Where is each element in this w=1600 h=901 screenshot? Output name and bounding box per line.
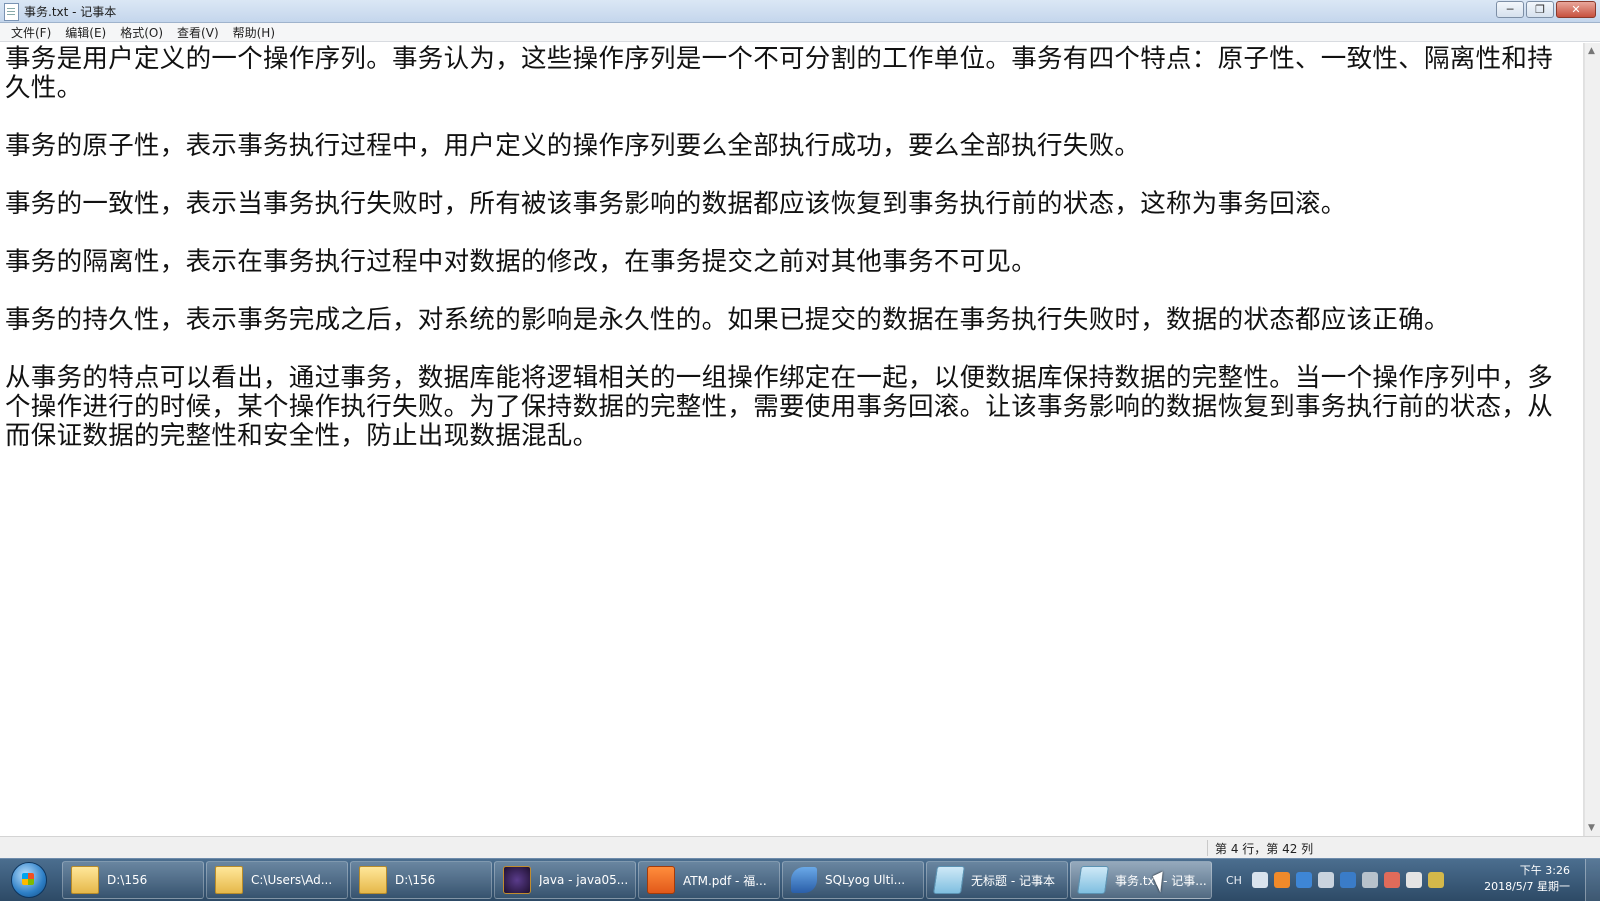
notepad-icon [933, 866, 965, 894]
taskbar-item-folder-d156[interactable]: D:\156 [62, 861, 204, 899]
close-button[interactable]: ✕ [1556, 1, 1596, 18]
status-divider [1207, 840, 1208, 856]
maximize-button[interactable]: ❐ [1526, 1, 1554, 18]
network-status-icon[interactable] [1427, 872, 1444, 888]
menu-file[interactable]: 文件(F) [4, 24, 58, 41]
taskbar-item-label: SQLyog Ulti... [825, 873, 906, 887]
paragraph: 事务的隔离性，表示在事务执行过程中对数据的修改，在事务提交之前对其他事务不可见。 [5, 247, 1038, 277]
menu-help[interactable]: 帮助(H) [226, 24, 282, 41]
language-indicator[interactable]: CH [1226, 874, 1242, 887]
mute-icon[interactable] [1361, 872, 1378, 888]
network-tray-icon[interactable] [1295, 872, 1312, 888]
notepad-icon [1077, 866, 1109, 894]
menu-format[interactable]: 格式(O) [113, 24, 170, 41]
taskbar: D:\156 C:\Users\Ad... D:\156 Java - java… [0, 858, 1600, 901]
status-bar: 第 4 行，第 42 列 [0, 836, 1600, 858]
taskbar-item-label: D:\156 [395, 873, 436, 887]
notepad-app-icon[interactable] [4, 3, 19, 21]
window-title: 事务.txt - 记事本 [24, 5, 117, 19]
java-ide-icon [503, 866, 531, 894]
minimize-button[interactable]: ─ [1496, 1, 1524, 18]
paragraph: 事务的一致性，表示当事务执行失败时，所有被该事务影响的数据都应该恢复到事务执行前… [5, 189, 1347, 219]
clock[interactable]: 下午 3:26 2018/5/7 星期一 [1470, 863, 1570, 895]
folder-icon [215, 866, 243, 894]
vertical-scrollbar[interactable]: ▲ ▼ [1584, 43, 1600, 836]
paragraph: 事务是用户定义的一个操作序列。事务认为，这些操作序列是一个不可分割的工作单位。事… [5, 44, 1554, 103]
pdf-icon [647, 866, 675, 894]
speaker-icon[interactable] [1317, 872, 1334, 888]
windows-logo-icon [11, 862, 47, 898]
folder-icon [359, 866, 387, 894]
taskbar-item-label: Java - java05... [539, 873, 629, 887]
text-editor[interactable]: 事务是用户定义的一个操作序列。事务认为，这些操作序列是一个不可分割的工作单位。事… [0, 43, 1584, 836]
keyboard-icon[interactable] [1251, 872, 1268, 888]
paragraph: 事务的持久性，表示事务完成之后，对系统的影响是永久性的。如果已提交的数据在事务执… [5, 305, 1450, 335]
menu-bar: 文件(F) 编辑(E) 格式(O) 查看(V) 帮助(H) [0, 23, 1600, 42]
show-desktop-button[interactable] [1585, 859, 1600, 901]
menu-view[interactable]: 查看(V) [170, 24, 226, 41]
start-button[interactable] [4, 860, 54, 900]
taskbar-item-notepad-active[interactable]: 事务.txt - 记事... [1070, 861, 1212, 899]
title-bar: 事务.txt - 记事本 ─ ❐ ✕ [0, 0, 1600, 23]
menu-edit[interactable]: 编辑(E) [58, 24, 113, 41]
sqlyog-icon [791, 867, 817, 893]
window-controls: ─ ❐ ✕ [1496, 1, 1596, 19]
taskbar-item-pdf[interactable]: ATM.pdf - 福... [638, 861, 780, 899]
flag-icon[interactable] [1405, 872, 1422, 888]
taskbar-item-java-ide[interactable]: Java - java05... [494, 861, 636, 899]
paragraph: 事务的原子性，表示事务执行过程中，用户定义的操作序列要么全部执行成功，要么全部执… [5, 131, 1141, 161]
folder-icon [71, 866, 99, 894]
taskbar-item-label: 无标题 - 记事本 [971, 873, 1055, 888]
taskbar-item-folder-d156-2[interactable]: D:\156 [350, 861, 492, 899]
scroll-down-arrow-icon[interactable]: ▼ [1588, 823, 1595, 833]
cursor-position: 第 4 行，第 42 列 [1215, 842, 1314, 856]
taskbar-item-folder-users[interactable]: C:\Users\Ad... [206, 861, 348, 899]
security-tray-icon[interactable] [1383, 872, 1400, 888]
taskbar-items: D:\156 C:\Users\Ad... D:\156 Java - java… [62, 861, 1212, 899]
system-tray: CH [1226, 859, 1444, 901]
clock-date: 2018/5/7 星期一 [1484, 880, 1570, 893]
taskbar-item-sqlyog[interactable]: SQLyog Ulti... [782, 861, 924, 899]
paragraph: 从事务的特点可以看出，通过事务，数据库能将逻辑相关的一组操作绑定在一起，以便数据… [5, 363, 1554, 451]
taskbar-item-label: C:\Users\Ad... [251, 873, 333, 887]
scroll-up-arrow-icon[interactable]: ▲ [1588, 46, 1595, 56]
taskbar-item-label: D:\156 [107, 873, 148, 887]
taskbar-item-label: ATM.pdf - 福... [683, 873, 767, 888]
shield-icon[interactable] [1339, 872, 1356, 888]
clock-time: 下午 3:26 [1519, 864, 1570, 877]
taskbar-item-notepad-untitled[interactable]: 无标题 - 记事本 [926, 861, 1068, 899]
app-tray-icon[interactable] [1273, 872, 1290, 888]
